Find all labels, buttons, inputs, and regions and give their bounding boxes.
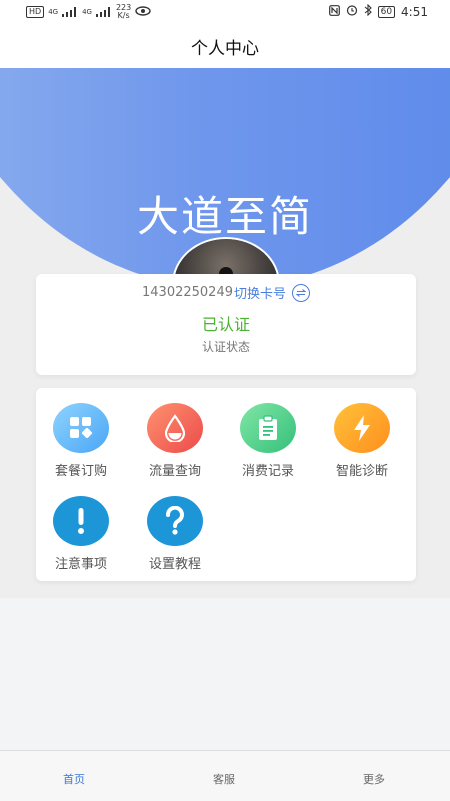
menu-item-spending-record[interactable]: 消费记录 xyxy=(228,403,308,479)
menu-label: 智能诊断 xyxy=(335,464,388,479)
package-grid-icon xyxy=(53,403,109,453)
page-title: 个人中心 xyxy=(191,38,259,59)
menu-item-notes[interactable]: 注意事项 xyxy=(41,496,121,572)
clock: 4:51 xyxy=(401,4,428,19)
question-icon xyxy=(147,496,203,546)
status-bar: HD 4G 4G 223 K/s 60 4:51 xyxy=(0,0,450,24)
exclamation-icon xyxy=(53,496,109,546)
swap-icon[interactable] xyxy=(292,283,310,302)
signal-icon xyxy=(62,7,78,17)
menu-item-package-order[interactable]: 套餐订购 xyxy=(41,403,121,479)
tab-more[interactable]: 更多 xyxy=(363,771,385,787)
battery-level: 60 xyxy=(380,6,393,17)
alarm-icon xyxy=(346,4,358,19)
menu-label: 套餐订购 xyxy=(54,464,107,479)
hero-title: 大道至简 xyxy=(136,192,313,241)
clipboard-icon xyxy=(240,403,296,453)
status-right: 60 4:51 xyxy=(328,3,428,19)
verification-status: 已认证 xyxy=(201,315,250,334)
tab-customer-service[interactable]: 客服 xyxy=(213,771,235,787)
menu-label: 设置教程 xyxy=(148,557,201,572)
tab-home[interactable]: 首页 xyxy=(63,771,85,787)
water-drop-icon xyxy=(147,403,203,453)
switch-card-link[interactable]: 切换卡号 xyxy=(234,283,286,302)
lightning-icon xyxy=(334,403,390,453)
menu-card: 套餐订购 流量查询 消费记录 智能诊断 注意事项 设置教程 xyxy=(36,388,416,581)
network-4g-label: 4G xyxy=(48,8,59,16)
phone-number: 14302250249 xyxy=(142,285,233,300)
menu-item-smart-diagnosis[interactable]: 智能诊断 xyxy=(322,403,402,479)
network-4g-label-2: 4G xyxy=(82,8,92,16)
signal-icon-2 xyxy=(95,7,112,17)
bluetooth-icon xyxy=(364,3,372,19)
battery-icon: 60 xyxy=(377,5,396,18)
menu-item-setup-tutorial[interactable]: 设置教程 xyxy=(135,496,215,572)
status-left: HD 4G 4G 223 K/s xyxy=(26,4,151,20)
account-card: 14302250249 切换卡号 已认证 认证状态 xyxy=(36,274,416,375)
eye-icon xyxy=(135,5,151,19)
nfc-icon xyxy=(328,4,340,19)
network-speed: 223 K/s xyxy=(116,4,131,20)
menu-label: 流量查询 xyxy=(148,464,201,479)
menu-label: 注意事项 xyxy=(54,557,107,572)
bottom-tab-bar: 首页 客服 更多 xyxy=(0,750,450,801)
menu-item-data-query[interactable]: 流量查询 xyxy=(135,403,215,479)
menu-label: 消费记录 xyxy=(241,464,294,479)
verification-label: 认证状态 xyxy=(201,340,250,354)
network-speed-unit: K/s xyxy=(117,11,130,20)
hd-badge: HD xyxy=(26,6,45,18)
phone-row: 14302250249 切换卡号 xyxy=(36,283,416,302)
title-bar: 个人中心 xyxy=(0,24,450,68)
